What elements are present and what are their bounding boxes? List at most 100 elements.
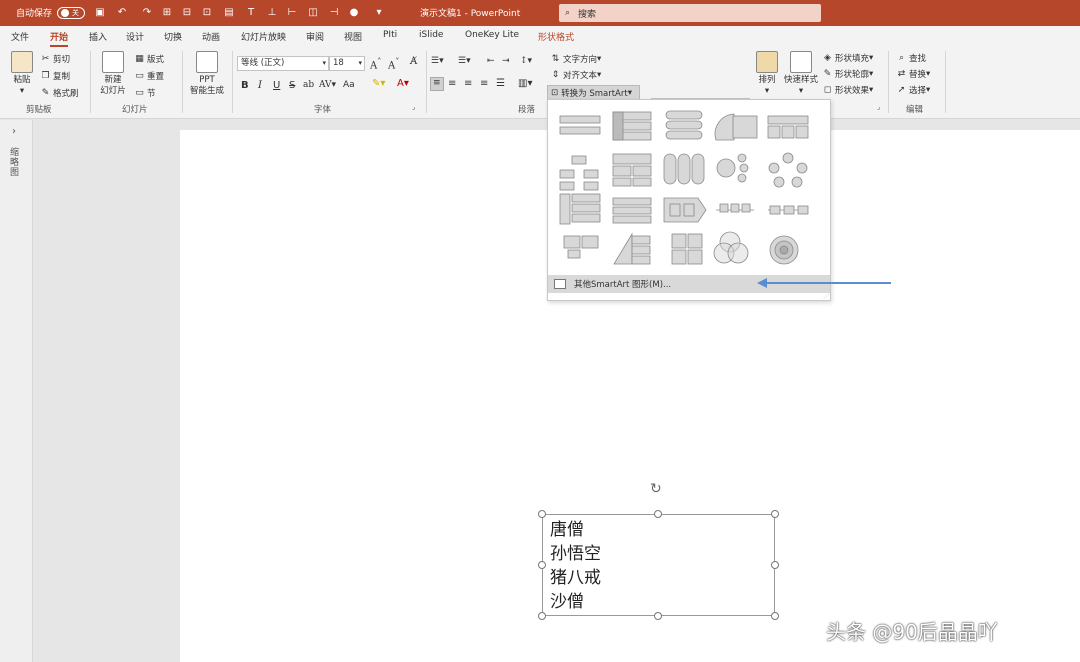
smartart-vertical-bullet-list[interactable] [559,115,601,135]
shape-outline-button[interactable]: ✎ 形状轮廓 ▾ [822,68,874,81]
qa-icon-7[interactable]: ⊢ [285,5,299,19]
search-box[interactable]: ⌕ 搜索 [559,4,821,22]
redo-icon[interactable]: ↷ [140,5,154,19]
font-name-select[interactable]: 等线 (正文) ▾ [237,56,329,71]
qa-icon-5[interactable]: T [244,5,258,19]
smartart-horizontal-bullet-list[interactable] [665,110,703,140]
smartart-matrix[interactable] [671,233,703,265]
font-size-select[interactable]: 18 ▾ [329,56,365,71]
smartart-lined-list[interactable] [559,193,601,225]
grow-font-icon[interactable]: A˄ [370,56,381,71]
tab-onekey[interactable]: OneKey Lite [465,30,519,40]
tab-slideshow[interactable]: 幻灯片放映 [241,30,286,43]
smartart-radial-list[interactable] [716,153,749,183]
text-direction-button[interactable]: ⇅ 文字方向 ▾ [550,53,602,66]
tab-animations[interactable]: 动画 [202,30,220,43]
align-text-button[interactable]: ⇕ 对齐文本 ▾ [550,69,602,82]
smartart-table-list[interactable] [767,115,809,139]
resize-handle[interactable] [771,612,779,620]
smartart-venn[interactable] [713,231,749,264]
shrink-font-icon[interactable]: A˅ [388,56,399,71]
save-icon[interactable]: ▣ [93,5,107,19]
quick-styles-button[interactable]: 快速样式 ▾ [782,51,820,97]
smartart-stacked-list[interactable] [714,113,758,141]
qa-icon-8[interactable]: ◫ [306,5,320,19]
resize-handle[interactable] [771,561,779,569]
tab-file[interactable]: 文件 [11,30,29,43]
qa-icon-9[interactable]: ⊣ [327,5,341,19]
qa-icon-3[interactable]: ⊡ [200,5,214,19]
customize-qa-icon[interactable]: ▾ [372,5,386,19]
layout-button[interactable]: ▦ 版式 [134,53,164,66]
qa-icon-10[interactable]: ● [347,5,361,19]
smartart-process-list[interactable] [612,197,652,224]
resize-grip-icon[interactable]: ⋰ [823,293,829,300]
paste-button[interactable]: 粘贴 ▾ [8,51,36,97]
columns-icon[interactable]: ▥▾ [518,78,532,89]
reset-button[interactable]: ▭ 重置 [134,70,164,83]
align-right-icon[interactable]: ≡ [464,78,472,89]
distribute-icon[interactable]: ☰ [496,78,505,89]
find-button[interactable]: ⌕ 查找 [896,52,926,65]
smartart-continuous-process[interactable] [768,205,809,215]
new-slide-button[interactable]: 新建 幻灯片 [96,51,130,97]
bold-button[interactable]: B [241,80,249,91]
tab-transitions[interactable]: 切换 [164,30,182,43]
dialog-launcher-icon[interactable]: ⌟ [877,103,880,111]
smartart-basic-process[interactable] [716,203,754,213]
increase-indent-icon[interactable]: ⇥ [502,56,510,66]
qa-icon-6[interactable]: ⊥ [265,5,279,19]
highlight-icon[interactable]: ✎▾ [372,78,385,89]
tab-review[interactable]: 审阅 [306,30,324,43]
qa-icon-2[interactable]: ⊟ [180,5,194,19]
tab-view[interactable]: 视图 [344,30,362,43]
spacing-icon[interactable]: AV▾ [319,80,336,90]
tab-home[interactable]: 开始 [50,30,69,47]
rotate-handle-icon[interactable]: ↻ [650,481,662,497]
clear-format-icon[interactable]: A̸ [410,56,417,67]
smartart-target[interactable] [769,235,799,265]
shape-fill-button[interactable]: ◈ 形状填充 ▾ [822,52,873,65]
tab-islide[interactable]: iSlide [419,30,443,40]
smartart-horizontal-hierarchy[interactable] [612,153,652,187]
arrange-button[interactable]: 排列 ▾ [754,51,780,97]
change-case-button[interactable]: Aa [343,80,355,90]
align-left-button[interactable]: ≡ [430,77,444,91]
resize-handle[interactable] [538,612,546,620]
copy-button[interactable]: ❐ 复制 [40,70,70,83]
autosave-toggle[interactable]: 关 [57,7,85,19]
smartart-hierarchy[interactable] [559,155,599,191]
justify-icon[interactable]: ≡ [480,78,488,89]
section-button[interactable]: ▭ 节 [134,87,155,100]
smartart-cycle[interactable] [768,152,808,188]
tab-shape-format[interactable]: 形状格式 [538,30,574,43]
strike-button[interactable]: S [289,80,295,91]
resize-handle[interactable] [538,561,546,569]
italic-button[interactable]: I [258,80,262,91]
expand-pane-icon[interactable]: › [12,126,16,137]
align-center-icon[interactable]: ≡ [448,78,456,89]
textbox-content[interactable]: 唐僧 孙悟空 猪八戒 沙僧 [550,518,601,614]
resize-handle[interactable] [538,510,546,518]
resize-handle[interactable] [654,510,662,518]
resize-handle[interactable] [771,510,779,518]
line-spacing-icon[interactable]: ↕▾ [520,56,532,66]
cut-button[interactable]: ✂ 剪切 [40,53,70,66]
dialog-launcher-icon[interactable]: ⌟ [412,103,415,111]
decrease-indent-icon[interactable]: ⇤ [487,56,495,66]
convert-smartart-button[interactable]: ⊡ 转换为 SmartArt ▾ [547,85,640,100]
smartart-arrow-process[interactable] [663,197,707,223]
numbering-icon[interactable]: ☰▾ [458,56,471,66]
shadow-button[interactable]: ab [303,80,314,90]
select-button[interactable]: ➚ 选择 ▾ [896,84,931,97]
ppt-generate-button[interactable]: PPT 智能生成 [188,51,226,97]
smartart-pyramid-list[interactable] [613,232,651,265]
tab-piti[interactable]: PIti [383,30,397,40]
tab-insert[interactable]: 插入 [89,30,107,43]
qa-icon-1[interactable]: ⊞ [160,5,174,19]
replace-button[interactable]: ⇄ 替换 ▾ [896,68,931,81]
bullets-icon[interactable]: ☰▾ [431,56,444,66]
undo-icon[interactable]: ↶ [115,5,129,19]
underline-button[interactable]: U [273,80,280,91]
tab-design[interactable]: 设计 [126,30,144,43]
